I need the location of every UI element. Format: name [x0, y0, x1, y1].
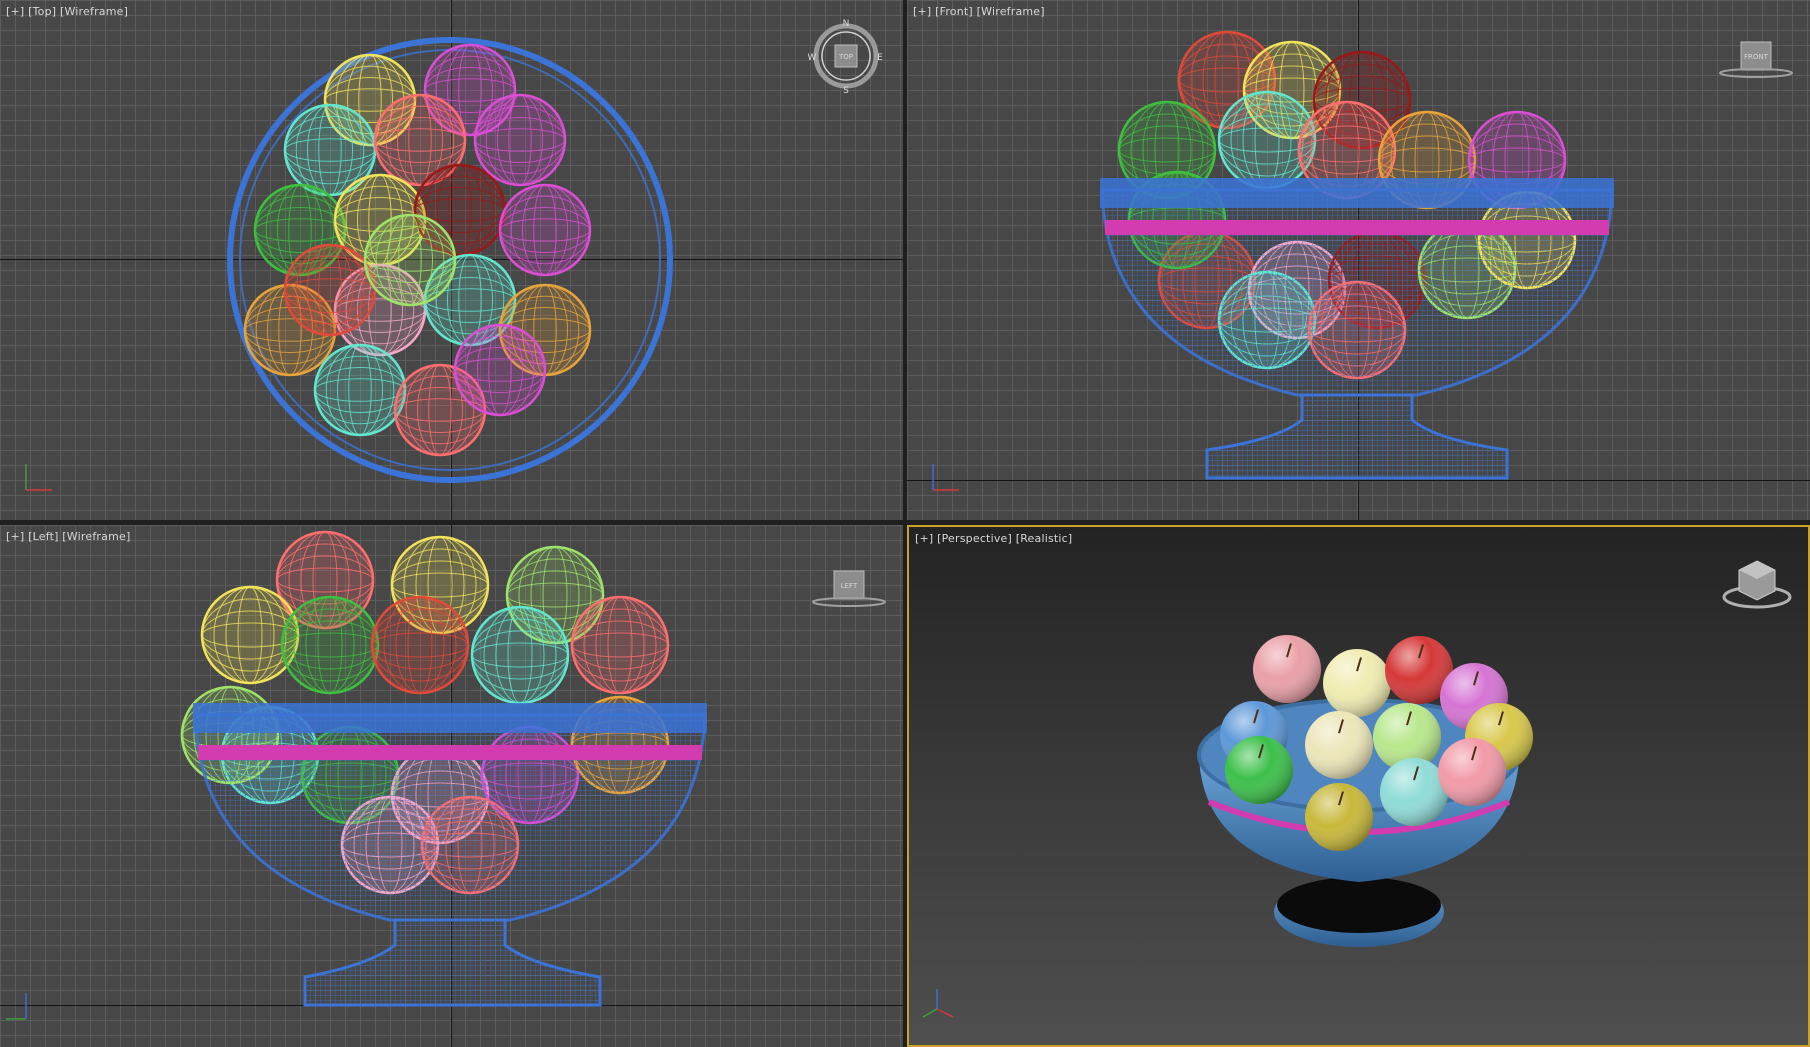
shading-mode-button[interactable]: [Wireframe]	[62, 530, 130, 543]
top-viewport-label: [+] [Top] [Wireframe]	[6, 5, 128, 18]
apple-shading	[1305, 711, 1373, 779]
apple-wireframe	[473, 93, 567, 187]
apple-shading	[1253, 635, 1321, 703]
compass-viewcube[interactable]: TOP N S E W	[806, 18, 886, 98]
viewport-layout: [+] [Top] [Wireframe] TOP N S E W [+] [F…	[0, 0, 1810, 1047]
bowl-base-shadow	[1277, 877, 1441, 933]
apple-wireframe	[370, 595, 470, 695]
view-mode-button[interactable]: [Perspective]	[937, 532, 1012, 545]
bowl-rim-band	[1100, 178, 1614, 208]
compass-north-label: N	[843, 19, 850, 29]
left-wireframe-scene	[180, 530, 707, 1007]
bowl-stripe-magenta	[198, 745, 702, 760]
view-mode-button[interactable]: [Top]	[28, 5, 56, 18]
apple-wireframe	[313, 343, 407, 437]
apple-wireframe	[470, 605, 570, 705]
shading-mode-button[interactable]: [Realistic]	[1016, 532, 1073, 545]
bowl-pedestal	[1205, 393, 1509, 480]
compass-south-label: S	[843, 86, 849, 96]
top-viewport[interactable]: [+] [Top] [Wireframe] TOP N S E W	[0, 0, 903, 520]
front-viewport[interactable]: [+] [Front] [Wireframe] FRONT	[907, 0, 1810, 520]
perspective-viewport-label: [+] [Perspective] [Realistic]	[915, 532, 1072, 545]
left-viewport-label: [+] [Left] [Wireframe]	[6, 530, 130, 543]
perspective-viewport[interactable]: [+] [Perspective] [Realistic]	[907, 525, 1810, 1047]
front-wireframe-scene	[1100, 30, 1614, 480]
apple-shading	[1438, 738, 1506, 806]
front-viewport-label: [+] [Front] [Wireframe]	[913, 5, 1045, 18]
bowl-pedestal	[303, 918, 602, 1007]
apple-wireframe	[280, 595, 380, 695]
axis-tripod	[932, 464, 959, 491]
bowl-stripe-magenta	[1105, 220, 1609, 235]
top-apples-group	[243, 43, 592, 457]
perspective-viewcube[interactable]	[1717, 555, 1797, 625]
top-wireframe-scene	[227, 37, 673, 483]
shading-mode-button[interactable]: [Wireframe]	[60, 5, 128, 18]
apple-wireframe	[498, 183, 592, 277]
view-mode-button[interactable]: [Front]	[935, 5, 973, 18]
axis-tripod	[25, 464, 52, 491]
left-viewcube[interactable]: LEFT	[808, 565, 888, 615]
viewcube-face-label: FRONT	[1744, 53, 1769, 61]
compass-east-label: E	[877, 53, 883, 63]
view-mode-button[interactable]: [Left]	[28, 530, 58, 543]
apple-shading	[1305, 783, 1373, 851]
apple-shading	[1323, 649, 1391, 717]
apple-shading	[1225, 736, 1293, 804]
apple-wireframe	[453, 323, 547, 417]
viewport-menu-button[interactable]: [+]	[915, 532, 933, 545]
apple-shading	[1380, 758, 1448, 826]
viewport-menu-button[interactable]: [+]	[6, 5, 24, 18]
apple-wireframe	[570, 595, 670, 695]
front-viewcube[interactable]: FRONT	[1715, 36, 1795, 86]
perspective-shaded-scene	[1197, 635, 1533, 947]
viewcube-face-label: LEFT	[841, 582, 858, 590]
viewport-menu-button[interactable]: [+]	[913, 5, 931, 18]
axis-tripod	[6, 993, 27, 1020]
left-viewport[interactable]: [+] [Left] [Wireframe] LEFT	[0, 525, 903, 1047]
apple-wireframe	[283, 243, 377, 337]
bowl-rim-band	[193, 703, 707, 733]
apple-wireframe	[363, 213, 457, 307]
shading-mode-button[interactable]: [Wireframe]	[977, 5, 1045, 18]
viewport-menu-button[interactable]: [+]	[6, 530, 24, 543]
viewcube-face-label: TOP	[838, 53, 853, 61]
axis-tripod	[922, 989, 954, 1018]
compass-west-label: W	[808, 53, 817, 63]
